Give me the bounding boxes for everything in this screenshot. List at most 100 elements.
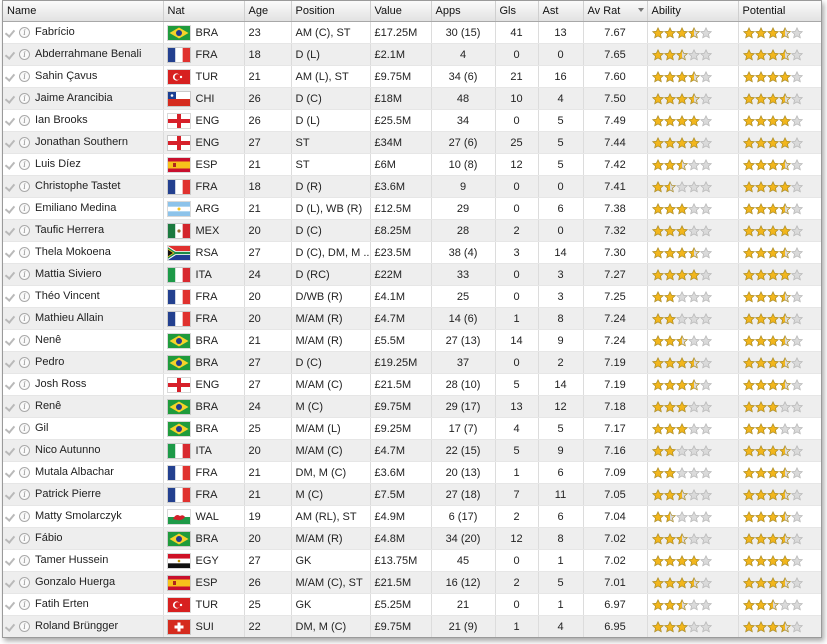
table-row[interactable]: i Matty Smolarczyk WAL 19 AM (RL), ST £4.9M 6 …: [3, 505, 821, 528]
col-header-position[interactable]: Position: [291, 1, 371, 22]
name-cell[interactable]: i Fábio: [3, 527, 164, 550]
info-icon[interactable]: i: [19, 445, 30, 457]
player-name[interactable]: Nenê: [35, 335, 61, 347]
table-row[interactable]: i Mutala Albachar FRA 21 DM, M (C) £3.6M 20 (1…: [3, 461, 821, 484]
info-icon[interactable]: i: [19, 159, 30, 171]
table-row[interactable]: i Ian Brooks ENG 26 D (L) £25.5M 34 0 5 7.49: [3, 109, 821, 132]
table-row[interactable]: i Renê BRA 24 M (C) £9.75M 29 (17) 13 12 7.18: [3, 395, 821, 418]
checkmark-icon[interactable]: [5, 225, 16, 236]
checkmark-icon[interactable]: [5, 555, 16, 566]
table-row[interactable]: i Abderrahmane Benali FRA 18 D (L) £2.1M 4 0 0 7.…: [3, 43, 821, 66]
name-cell[interactable]: i Gil: [3, 417, 164, 440]
info-icon[interactable]: i: [19, 291, 30, 303]
table-row[interactable]: i Thela Mokoena RSA 27 D (C), DM, M .. £23.5M…: [3, 241, 821, 264]
player-name[interactable]: Sahin Çavus: [35, 71, 97, 83]
col-header-age[interactable]: Age: [244, 1, 292, 22]
checkmark-icon[interactable]: [5, 49, 16, 60]
col-header-apps[interactable]: Apps: [431, 1, 496, 22]
checkmark-icon[interactable]: [5, 621, 16, 632]
name-cell[interactable]: i Ian Brooks: [3, 109, 164, 132]
name-cell[interactable]: i Mathieu Allain: [3, 307, 164, 330]
table-row[interactable]: i Jaime Arancibia CHI 26 D (C) £18M 48 10 4 7.50: [3, 87, 821, 110]
player-name[interactable]: Gonzalo Huerga: [35, 577, 115, 589]
player-name[interactable]: Fábio: [35, 533, 63, 545]
table-row[interactable]: i Josh Ross ENG 27 M/AM (C) £21.5M 28 (10) 5 14 7…: [3, 373, 821, 396]
info-icon[interactable]: i: [19, 203, 30, 215]
info-icon[interactable]: i: [19, 49, 30, 61]
table-row[interactable]: i Pedro BRA 27 D (C) £19.25M 37 0 2 7.19: [3, 351, 821, 374]
col-header-ast[interactable]: Ast: [538, 1, 584, 22]
name-cell[interactable]: i Fatih Erten: [3, 593, 164, 616]
info-icon[interactable]: i: [19, 357, 30, 369]
table-row[interactable]: i Fabrício BRA 23 AM (C), ST £17.25M 30 (15) 41…: [3, 21, 821, 44]
info-icon[interactable]: i: [19, 93, 30, 105]
name-cell[interactable]: i Josh Ross: [3, 373, 164, 396]
checkmark-icon[interactable]: [5, 511, 16, 522]
col-header-gls[interactable]: Gls: [495, 1, 539, 22]
name-cell[interactable]: i Thela Mokoena: [3, 241, 164, 264]
col-header-ability[interactable]: Ability: [647, 1, 739, 22]
table-row[interactable]: i Mathieu Allain FRA 20 M/AM (R) £4.7M 14 (6) 1…: [3, 307, 821, 330]
player-name[interactable]: Mutala Albachar: [35, 467, 114, 479]
table-row[interactable]: i Nenê BRA 21 M/AM (R) £5.5M 27 (13) 14 9 7.24: [3, 329, 821, 352]
player-name[interactable]: Pedro: [35, 357, 64, 369]
checkmark-icon[interactable]: [5, 137, 16, 148]
table-row[interactable]: i Gil BRA 25 M/AM (L) £9.25M 17 (7) 4 5 7.17: [3, 417, 821, 440]
info-icon[interactable]: i: [19, 555, 30, 567]
table-row[interactable]: i Fábio BRA 20 M/AM (R) £4.8M 34 (20) 12 8 7.02: [3, 527, 821, 550]
player-name[interactable]: Jaime Arancibia: [35, 93, 113, 105]
info-icon[interactable]: i: [19, 401, 30, 413]
table-row[interactable]: i Christophe Tastet FRA 18 D (R) £3.6M 9 0 0 7.41: [3, 175, 821, 198]
name-cell[interactable]: i Taufic Herrera: [3, 219, 164, 242]
name-cell[interactable]: i Jaime Arancibia: [3, 87, 164, 110]
player-name[interactable]: Luis Díez: [35, 159, 81, 171]
player-name[interactable]: Patrick Pierre: [35, 489, 101, 501]
name-cell[interactable]: i Luis Díez: [3, 153, 164, 176]
table-row[interactable]: i Fatih Erten TUR 25 GK £5.25M 21 0 1 6.97: [3, 593, 821, 616]
table-row[interactable]: i Patrick Pierre FRA 21 M (C) £7.5M 27 (18) 7 11…: [3, 483, 821, 506]
checkmark-icon[interactable]: [5, 269, 16, 280]
checkmark-icon[interactable]: [5, 115, 16, 126]
info-icon[interactable]: i: [19, 71, 30, 83]
checkmark-icon[interactable]: [5, 379, 16, 390]
player-name[interactable]: Emiliano Medina: [35, 203, 116, 215]
info-icon[interactable]: i: [19, 27, 30, 39]
checkmark-icon[interactable]: [5, 27, 16, 38]
player-name[interactable]: Fatih Erten: [35, 599, 89, 611]
table-row[interactable]: i Tamer Hussein EGY 27 GK £13.75M 45 0 1 7.02: [3, 549, 821, 572]
checkmark-icon[interactable]: [5, 335, 16, 346]
player-name[interactable]: Christophe Tastet: [35, 181, 120, 193]
checkmark-icon[interactable]: [5, 93, 16, 104]
name-cell[interactable]: i Patrick Pierre: [3, 483, 164, 506]
checkmark-icon[interactable]: [5, 159, 16, 170]
table-row[interactable]: i Théo Vincent FRA 20 D/WB (R) £4.1M 25 0 3 7.25: [3, 285, 821, 308]
player-name[interactable]: Abderrahmane Benali: [35, 49, 141, 61]
checkmark-icon[interactable]: [5, 357, 16, 368]
col-header-nat[interactable]: Nat: [163, 1, 245, 22]
player-name[interactable]: Thela Mokoena: [35, 247, 111, 259]
checkmark-icon[interactable]: [5, 71, 16, 82]
col-header-value[interactable]: Value: [370, 1, 432, 22]
name-cell[interactable]: i Tamer Hussein: [3, 549, 164, 572]
info-icon[interactable]: i: [19, 599, 30, 611]
player-name[interactable]: Mattia Siviero: [35, 269, 102, 281]
checkmark-icon[interactable]: [5, 599, 16, 610]
player-name[interactable]: Matty Smolarczyk: [35, 511, 122, 523]
checkmark-icon[interactable]: [5, 533, 16, 544]
name-cell[interactable]: i Renê: [3, 395, 164, 418]
checkmark-icon[interactable]: [5, 423, 16, 434]
name-cell[interactable]: i Emiliano Medina: [3, 197, 164, 220]
player-name[interactable]: Fabrício: [35, 27, 75, 39]
table-row[interactable]: i Jonathan Southern ENG 27 ST £34M 27 (6) 25 5 7.…: [3, 131, 821, 154]
table-row[interactable]: i Luis Díez ESP 21 ST £6M 10 (8) 12 5 7.42: [3, 153, 821, 176]
name-cell[interactable]: i Nico Autunno: [3, 439, 164, 462]
player-name[interactable]: Théo Vincent: [35, 291, 100, 303]
info-icon[interactable]: i: [19, 137, 30, 149]
player-name[interactable]: Renê: [35, 401, 61, 413]
name-cell[interactable]: i Roland Brüngger: [3, 615, 164, 637]
name-cell[interactable]: i Christophe Tastet: [3, 175, 164, 198]
table-row[interactable]: i Gonzalo Huerga ESP 26 M/AM (C), ST £21.5M 16…: [3, 571, 821, 594]
table-row[interactable]: i Roland Brüngger SUI 22 DM, M (C) £9.75M 21 (…: [3, 615, 821, 637]
col-header-avrat[interactable]: Av Rat: [583, 1, 648, 22]
name-cell[interactable]: i Fabrício: [3, 21, 164, 44]
